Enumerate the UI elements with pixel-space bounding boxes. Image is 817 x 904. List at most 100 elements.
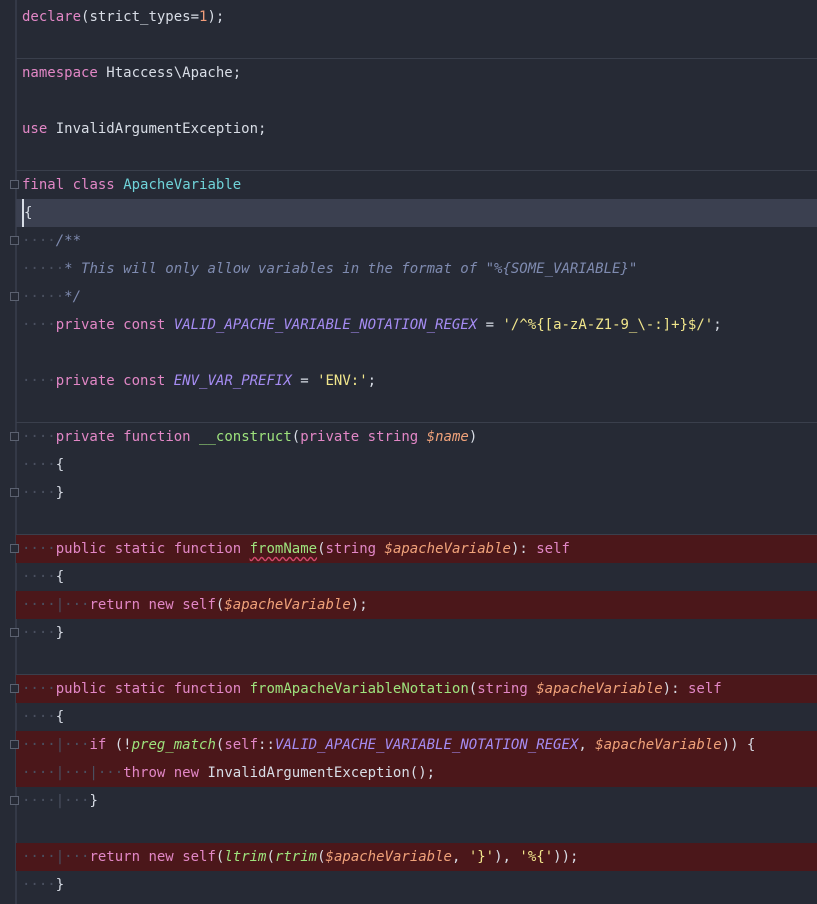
code-line-23-error[interactable]: ····|···return new self(ltrim(rtrim($apa… (16, 843, 817, 871)
keyword-token: self (182, 597, 216, 613)
comment-token: * This will only allow variables in the … (64, 261, 638, 277)
indent-guide-dots: ···· (22, 625, 56, 641)
keyword-token: string (367, 429, 419, 445)
line-text: ····|···return new self($apacheVariable)… (22, 591, 368, 619)
line-text: ····public static function fromName(stri… (22, 535, 570, 563)
function-name-token: fromApacheVariableNotation (249, 681, 469, 697)
text-token: = (291, 373, 318, 389)
text-token: , (578, 737, 596, 753)
line-text: ····{ (22, 563, 64, 591)
line-text: namespace Htaccess\Apache; (22, 59, 241, 87)
fold-marker-icon[interactable] (10, 796, 19, 805)
keyword-token: new (173, 765, 200, 781)
fold-marker-icon[interactable] (10, 236, 19, 245)
text-token: { (55, 457, 65, 473)
text-token: } (55, 485, 65, 501)
variable-token: $apacheVariable (536, 681, 663, 697)
code-line-12[interactable]: ····{ (0, 451, 817, 479)
code-line-18-error[interactable]: ····public static function fromApacheVar… (16, 675, 817, 703)
indent-guide-dots: ····|···|··· (22, 765, 124, 781)
code-line-21-error[interactable]: ····|···|···throw new InvalidArgumentExc… (16, 759, 817, 787)
text-token: } (55, 625, 65, 641)
fold-marker-icon[interactable] (10, 292, 19, 301)
code-line-15[interactable]: ····{ (0, 563, 817, 591)
fold-marker-icon[interactable] (10, 488, 19, 497)
string-token: '/^%{[a-zA-Z1-9_\-:]+}$/' (502, 317, 714, 333)
keyword-token: const (123, 373, 166, 389)
text-token: { (55, 709, 65, 725)
keyword-token: final (22, 177, 65, 193)
keyword-token: declare (22, 9, 82, 25)
text-token: )) { (721, 737, 756, 753)
keyword-token: public (55, 541, 107, 557)
keyword-token: function (173, 541, 242, 557)
string-token: '}' (468, 849, 495, 865)
code-line-6[interactable]: ····/** (0, 227, 817, 255)
keyword-token: static (114, 541, 166, 557)
code-line-11[interactable]: ····private function __construct(private… (0, 423, 817, 451)
constant-token: VALID_APACHE_VARIABLE_NOTATION_REGEX (173, 317, 478, 333)
code-line-2[interactable]: namespace Htaccess\Apache; (0, 59, 817, 87)
text-token: ); (350, 597, 368, 613)
text-token: ( (266, 849, 275, 865)
string-token: '%{' (519, 849, 554, 865)
text-token: = (477, 317, 503, 333)
code-line-8[interactable]: ·····*/ (0, 283, 817, 311)
code-line-20-error[interactable]: ····|···if (!preg_match(self::VALID_APAC… (16, 731, 817, 759)
line-text: ····private const VALID_APACHE_VARIABLE_… (22, 311, 722, 339)
text-token: ): (662, 681, 688, 697)
code-line-13[interactable]: ····} (0, 479, 817, 507)
keyword-token: const (123, 317, 166, 333)
code-line-3[interactable]: use InvalidArgumentException; (0, 115, 817, 143)
code-line-10[interactable]: ····private const ENV_VAR_PREFIX = 'ENV:… (0, 367, 817, 395)
code-line-22[interactable]: ····|···} (0, 787, 817, 815)
text-token: (strict_types= (81, 9, 200, 25)
line-text: ····public static function fromApacheVar… (22, 675, 722, 703)
keyword-token: self (687, 681, 722, 697)
fold-marker-icon[interactable] (10, 180, 19, 189)
text-token: ( (317, 849, 326, 865)
code-editor[interactable]: declare(strict_types=1); namespace Htacc… (0, 0, 817, 904)
code-line-14-error[interactable]: ····public static function fromName(stri… (16, 535, 817, 563)
indent-guide-dots: ···· (22, 541, 56, 557)
text-token: :: (258, 737, 275, 753)
text-token: )); (553, 849, 579, 865)
text-token: } (55, 877, 65, 893)
variable-token: $apacheVariable (325, 849, 452, 865)
line-text: ····{ (22, 703, 64, 731)
line-text: ····} (22, 619, 64, 647)
text-token: ( (468, 681, 478, 697)
variable-token: $apacheVariable (595, 737, 722, 753)
code-line-17[interactable]: ····} (0, 619, 817, 647)
keyword-token: function (123, 429, 191, 445)
code-line-19[interactable]: ····{ (0, 703, 817, 731)
code-line-1[interactable]: declare(strict_types=1); (0, 3, 817, 31)
code-line-16-error[interactable]: ····|···return new self($apacheVariable)… (16, 591, 817, 619)
fold-marker-icon[interactable] (10, 628, 19, 637)
fold-marker-icon[interactable] (10, 740, 19, 749)
code-line-24[interactable]: ····} (0, 871, 817, 899)
code-line-4[interactable]: final class ApacheVariable (0, 171, 817, 199)
indent-guide-dots: ····|··· (22, 597, 90, 613)
indent-guide-dots: ····|··· (22, 793, 90, 809)
fold-marker-icon[interactable] (10, 432, 19, 441)
line-text: ····|···|···throw new InvalidArgumentExc… (22, 759, 435, 787)
code-line-9[interactable]: ····private const VALID_APACHE_VARIABLE_… (0, 311, 817, 339)
fold-marker-icon[interactable] (10, 684, 19, 693)
code-line-7[interactable]: ·····* This will only allow variables in… (0, 255, 817, 283)
indent-guide-dots: ····|··· (22, 737, 90, 753)
line-text: ····private const ENV_VAR_PREFIX = 'ENV:… (22, 367, 376, 395)
fold-marker-icon[interactable] (10, 544, 19, 553)
indent-guide-dots: ····· (22, 289, 65, 305)
code-line-5-current[interactable]: { (16, 199, 817, 227)
